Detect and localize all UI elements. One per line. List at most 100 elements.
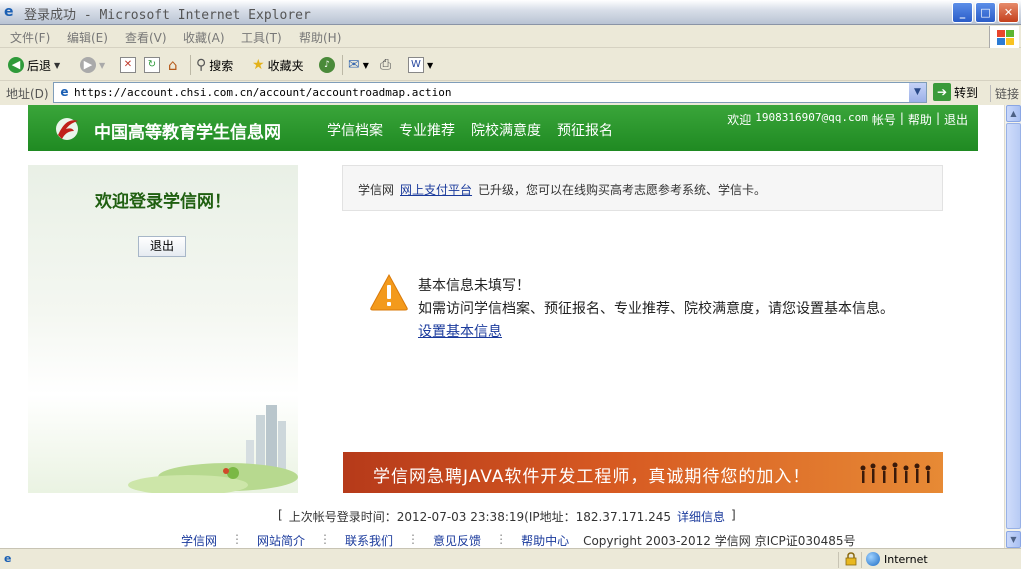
footer-link-chsi[interactable]: 学信网 [181,532,217,548]
stop-button[interactable]: ✕ [120,55,136,75]
chsi-logo-icon [56,118,78,140]
mail-icon: ✉ [348,57,360,73]
notice-prefix: 学信网 [358,183,395,197]
vertical-scrollbar[interactable]: ▲ ▼ [1004,105,1021,548]
ie-logo-icon: e [4,4,14,20]
nav-pre-enlistment[interactable]: 预征报名 [557,120,613,140]
footer-link-help[interactable]: 帮助中心 [521,532,569,548]
user-links: 欢迎 1908316907@qq.com 帐号 | 帮助 | 退出 [727,111,968,128]
details-link[interactable]: 详细信息 [677,508,725,525]
menu-favorites[interactable]: 收藏(A) [183,29,225,46]
close-button[interactable]: ✕ [998,2,1019,23]
print-icon: ⎙ [380,57,392,73]
scroll-down-icon[interactable]: ▼ [1006,531,1021,548]
nav-xueji-archive[interactable]: 学信档案 [327,120,383,140]
forward-arrow-icon: ▶ [80,57,96,73]
home-button[interactable]: ⌂ [168,55,178,75]
footer-divider: ⋮ [319,532,332,546]
refresh-button[interactable]: ↻ [144,55,160,75]
footer-divider: ⋮ [495,532,508,546]
go-button[interactable]: ➔ 转到 [933,83,978,101]
favorites-button[interactable]: ★ 收藏夹 [252,55,304,75]
recruitment-banner[interactable]: 学信网急聘JAVA软件开发工程师，真诚期待您的加入！ [343,452,943,493]
nav-major-recommend[interactable]: 专业推荐 [399,120,455,140]
scroll-up-icon[interactable]: ▲ [1006,105,1021,122]
banner-text: 学信网急聘JAVA软件开发工程师，真诚期待您的加入！ [373,467,811,487]
page-icon: e [60,85,69,99]
go-arrow-icon: ➔ [933,83,951,101]
media-button[interactable]: ♪ [319,55,335,75]
site-footer: 学信网 ⋮ 网站简介 ⋮ 联系我们 ⋮ 意见反馈 ⋮ 帮助中心 Copyrigh… [181,532,856,548]
windows-logo-icon [989,26,1019,48]
warning-title: 基本信息未填写！ [418,278,530,294]
favorites-label: 收藏夹 [267,58,304,73]
scroll-thumb[interactable] [1006,123,1021,529]
search-button[interactable]: ⚲ 搜索 [196,55,233,75]
last-login-info: [ 上次帐号登录时间：2012-07-03 23:38:19(IP地址：182.… [278,508,736,525]
edit-dropdown-icon: ▼ [427,60,434,70]
logout-button[interactable]: 退出 [138,236,186,257]
site-nav: 学信档案 专业推荐 院校满意度 预征报名 [327,120,613,140]
user-email: 1908316907@qq.com [755,111,868,124]
menu-tools[interactable]: 工具(T) [241,29,282,46]
status-bar: e Internet [0,548,1021,569]
media-icon: ♪ [319,57,335,73]
address-label: 地址(D) [6,87,49,101]
menu-file[interactable]: 文件(F) [10,29,50,46]
window-title: 登录成功 - Microsoft Internet Explorer [24,8,311,23]
last-login-text: 上次帐号登录时间：2012-07-03 23:38:19(IP地址：182.37… [288,510,672,524]
menu-view[interactable]: 查看(V) [125,29,167,46]
go-label: 转到 [954,85,979,100]
search-icon: ⚲ [196,57,207,73]
page-viewport: 中国高等教育学生信息网 学信档案 专业推荐 院校满意度 预征报名 欢迎 1908… [0,105,1004,548]
footer-link-contact[interactable]: 联系我们 [345,532,393,548]
mail-button[interactable]: ✉ ▼ [348,55,369,75]
site-header: 中国高等教育学生信息网 学信档案 专业推荐 院校满意度 预征报名 欢迎 1908… [28,105,978,151]
stop-icon: ✕ [120,57,136,73]
print-button[interactable]: ⎙ [380,55,391,75]
bracket-close: ] [731,508,736,522]
back-arrow-icon: ◀ [8,57,24,73]
forward-button[interactable]: ▶ ▼ [80,55,105,75]
footer-divider: ⋮ [231,532,244,546]
address-bar: 地址(D) e https://account.chsi.com.cn/acco… [0,82,1021,104]
payment-platform-link[interactable]: 网上支付平台 [400,181,472,198]
links-button[interactable]: 链接 [990,85,1019,102]
notice-text: 已升级，您可以在线购买高考志愿参考系统、学信卡。 [478,183,767,197]
maximize-button[interactable]: □ [975,2,996,23]
refresh-icon: ↻ [144,57,160,73]
set-basic-info-link[interactable]: 设置基本信息 [418,321,502,341]
edit-button[interactable]: W ▼ [408,55,433,75]
star-icon: ★ [252,57,265,73]
title-bar: e 登录成功 - Microsoft Internet Explorer _ □… [0,0,1021,25]
lock-icon [845,552,857,566]
nav-school-satisfaction[interactable]: 院校满意度 [471,120,541,140]
copyright: Copyright 2003-2012 学信网 京ICP证030485号 [583,534,856,548]
back-button[interactable]: ◀ 后退 ▼ [8,55,60,75]
welcome-prefix: 欢迎 [727,113,752,127]
zone-label: Internet [884,552,928,566]
exit-link[interactable]: 退出 [944,111,968,128]
address-url[interactable]: https://account.chsi.com.cn/account/acco… [74,86,452,99]
notice-box: 学信网 网上支付平台 已升级，您可以在线购买高考志愿参考系统、学信卡。 [342,165,943,211]
menu-help[interactable]: 帮助(H) [299,29,341,46]
account-link[interactable]: 帐号 [872,111,896,128]
address-dropdown-icon[interactable]: ▼ [909,83,926,102]
footer-link-feedback[interactable]: 意见反馈 [433,532,481,548]
security-zone: Internet [866,552,928,566]
search-label: 搜索 [209,58,234,73]
divider: | [935,111,940,125]
ie-window: e 登录成功 - Microsoft Internet Explorer _ □… [0,0,1021,569]
address-input[interactable]: e https://account.chsi.com.cn/account/ac… [53,82,927,103]
footer-link-about[interactable]: 网站简介 [257,532,305,548]
people-silhouettes-icon [860,462,931,483]
minimize-button[interactable]: _ [952,2,973,23]
footer-divider: ⋮ [407,532,420,546]
menu-edit[interactable]: 编辑(E) [67,29,108,46]
forward-dropdown-icon: ▼ [99,60,106,70]
warning-icon [370,273,408,311]
help-link[interactable]: 帮助 [908,111,932,128]
city-illustration [128,405,298,493]
word-icon: W [408,57,424,73]
page-status-icon: e [4,552,12,565]
